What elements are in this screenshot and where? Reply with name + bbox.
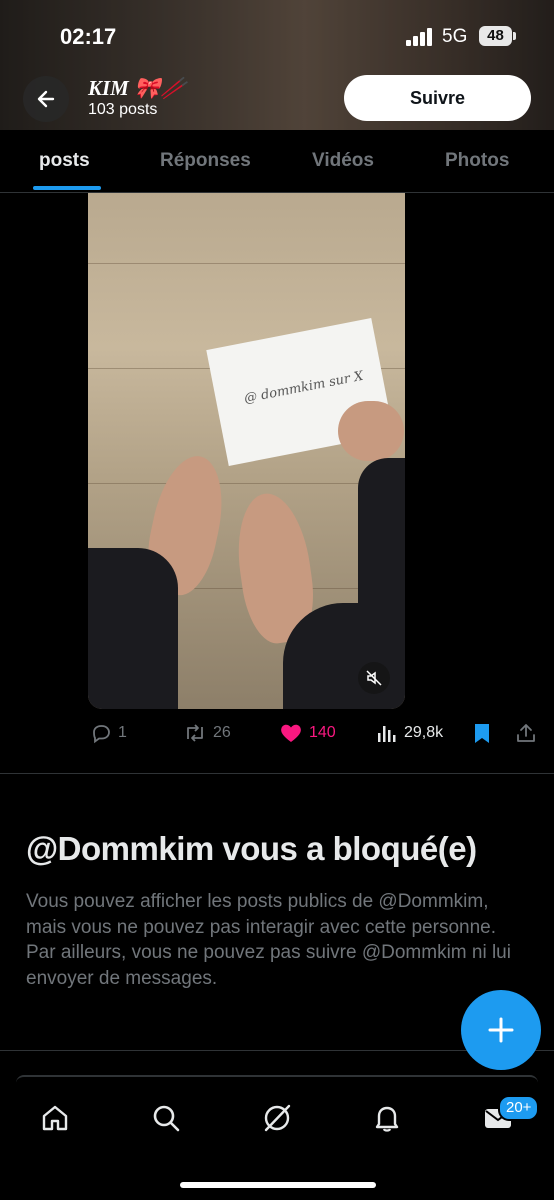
back-button[interactable] [23, 76, 69, 122]
messages-badge: 20+ [498, 1095, 540, 1121]
tab-replies[interactable]: Réponses [160, 150, 251, 172]
floor-line [88, 263, 405, 264]
blocked-message: Vous pouvez afficher les posts publics d… [26, 891, 511, 989]
heart-icon [281, 724, 301, 742]
signal-icon [406, 28, 432, 46]
like-button[interactable]: 140 [279, 722, 336, 744]
nav-notifications[interactable] [370, 1101, 404, 1135]
status-bar: 02:17 5G 48 [0, 22, 554, 54]
home-icon [42, 1105, 68, 1131]
share-icon [517, 724, 535, 742]
active-tab-indicator [33, 186, 101, 190]
mute-icon [366, 670, 382, 686]
divider [0, 773, 554, 774]
battery-indicator: 48 [479, 26, 516, 46]
views-icon [378, 726, 396, 742]
repost-icon [187, 724, 203, 742]
post-count: 103 posts [88, 101, 158, 118]
compose-button[interactable] [461, 990, 541, 1070]
tab-videos[interactable]: Vidéos [312, 150, 374, 172]
reply-count: 1 [118, 724, 127, 741]
paper-sign-text: @ dommkim sur X [242, 368, 365, 407]
views-count: 29,8k [404, 724, 444, 741]
status-time: 02:17 [60, 24, 117, 49]
post-video[interactable]: @ dommkim sur X [88, 193, 405, 709]
mute-button[interactable] [358, 662, 390, 694]
share-button[interactable] [515, 722, 537, 744]
search-icon [153, 1105, 180, 1132]
views-button[interactable]: 29,8k [376, 722, 443, 744]
plus-icon [488, 1017, 514, 1043]
grok-icon [264, 1104, 291, 1132]
blocked-title: @Dommkim vous a bloqué(e) [26, 830, 477, 867]
reply-icon [93, 725, 110, 744]
home-indicator [180, 1182, 376, 1188]
arm [358, 458, 405, 618]
nav-grok[interactable] [260, 1101, 294, 1135]
tab-posts[interactable]: posts [39, 150, 90, 172]
bookmark-icon [475, 724, 489, 743]
hand [338, 401, 404, 461]
nav-search[interactable] [149, 1101, 183, 1135]
tab-photos[interactable]: Photos [445, 150, 509, 172]
back-arrow-icon [37, 90, 55, 108]
nav-handle [16, 1075, 538, 1085]
network-label: 5G [442, 26, 468, 47]
right-leg [283, 603, 405, 709]
repost-count: 26 [213, 724, 231, 741]
like-count: 140 [309, 724, 336, 741]
bell-icon [375, 1106, 399, 1132]
follow-button[interactable]: Suivre [344, 75, 531, 121]
reply-button[interactable]: 1 [90, 722, 127, 744]
profile-name: KIM 🎀🥢 [88, 76, 187, 100]
nav-home[interactable] [38, 1101, 72, 1135]
left-leg [88, 548, 178, 709]
profile-tabs: posts Réponses Vidéos Photos [0, 130, 554, 193]
repost-button[interactable]: 26 [183, 722, 231, 744]
bookmark-button[interactable] [472, 722, 492, 744]
post-actions: 1 26 140 29,8k [0, 722, 554, 748]
